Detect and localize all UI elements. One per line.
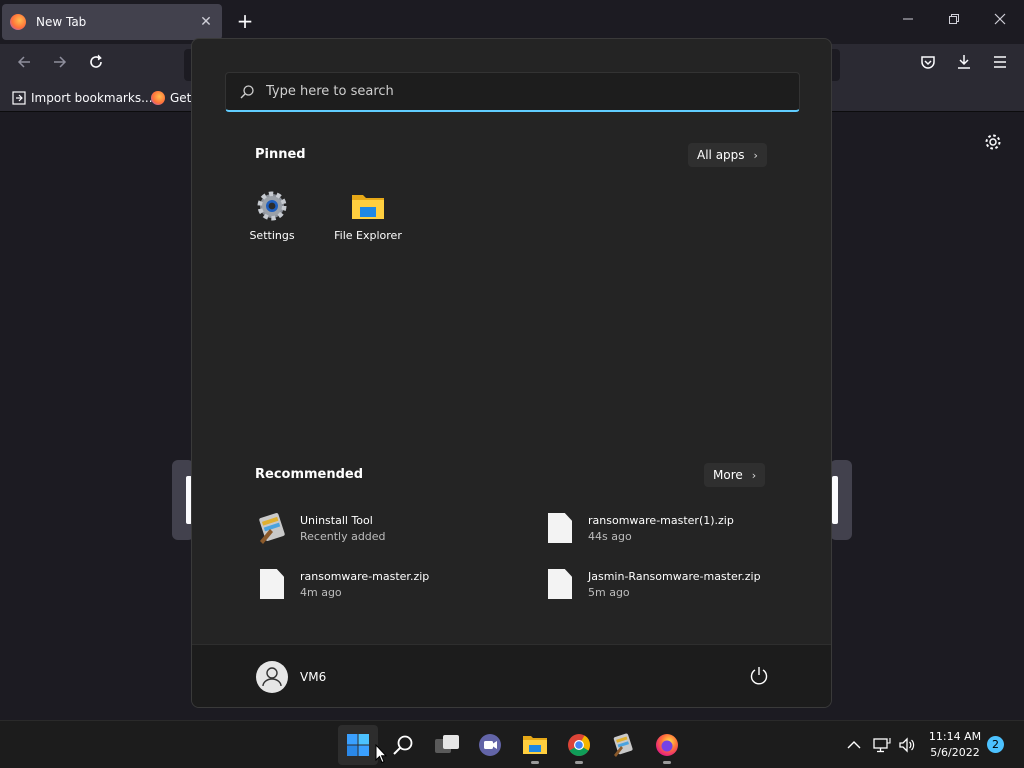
pinned-file-explorer[interactable]: File Explorer	[326, 189, 410, 242]
recommended-name: Jasmin-Ransomware-master.zip	[588, 569, 761, 583]
running-indicator	[663, 761, 671, 764]
file-explorer-taskbar-button[interactable]	[515, 725, 555, 765]
start-menu-footer: VM6	[192, 644, 831, 707]
folder-icon	[351, 189, 385, 223]
restore-icon[interactable]	[944, 12, 964, 32]
volume-icon[interactable]	[897, 735, 917, 755]
forward-icon[interactable]	[49, 54, 71, 76]
search-input[interactable]	[266, 84, 766, 99]
firefox-icon	[10, 14, 26, 30]
import-bookmarks-link[interactable]: Import bookmarks...	[12, 91, 153, 105]
avatar[interactable]	[256, 661, 288, 693]
all-apps-button[interactable]: All apps ›	[688, 143, 767, 167]
downloads-icon[interactable]	[953, 54, 975, 76]
mouse-pointer-icon	[375, 743, 388, 768]
new-tab-button[interactable]: +	[234, 10, 256, 32]
pocket-icon[interactable]	[917, 54, 939, 76]
pinned-title: Pinned	[255, 147, 306, 162]
file-icon	[544, 567, 576, 601]
newtab-settings-icon[interactable]	[982, 133, 1004, 155]
clock[interactable]: 11:14 AM 5/6/2022	[924, 729, 986, 761]
folder-icon	[523, 736, 547, 754]
network-icon[interactable]	[872, 735, 892, 755]
reload-icon[interactable]	[85, 54, 107, 76]
close-tab-icon[interactable]: ✕	[198, 14, 214, 30]
recommended-name: Uninstall Tool	[300, 513, 373, 527]
start-search-box[interactable]	[225, 72, 800, 112]
chat-button[interactable]	[470, 725, 510, 765]
back-icon[interactable]	[13, 54, 35, 76]
file-icon	[256, 567, 288, 601]
firefox-taskbar-button[interactable]	[647, 725, 687, 765]
pinned-label: Settings	[249, 229, 295, 242]
user-name[interactable]: VM6	[300, 670, 326, 684]
recommended-time: 4m ago	[300, 585, 342, 599]
clock-time: 11:14 AM	[928, 730, 982, 743]
settings-gear-icon	[255, 189, 289, 223]
running-indicator	[575, 761, 583, 764]
recommended-time: 5m ago	[588, 585, 630, 599]
search-icon	[240, 84, 254, 98]
all-apps-label: All apps	[697, 148, 745, 162]
firefox-icon	[151, 91, 165, 105]
search-icon	[393, 735, 413, 755]
recommended-item[interactable]: ransomware-master(1).zip 44s ago	[544, 511, 734, 545]
clock-date: 5/6/2022	[930, 746, 980, 759]
task-view-button[interactable]	[427, 725, 467, 765]
recommended-item[interactable]: Jasmin-Ransomware-master.zip 5m ago	[544, 567, 761, 601]
user-icon	[262, 667, 282, 687]
recommended-time: 44s ago	[588, 529, 632, 543]
start-button[interactable]	[338, 725, 378, 765]
import-icon	[12, 91, 26, 105]
recommended-name: ransomware-master(1).zip	[588, 513, 734, 527]
windows-logo-icon	[347, 734, 369, 756]
chevron-right-icon: ›	[751, 468, 757, 482]
minimize-icon[interactable]	[898, 12, 918, 32]
more-label: More	[713, 468, 743, 482]
bookmark-label: Import bookmarks...	[31, 91, 153, 105]
start-menu: Pinned All apps › Settings File Explorer…	[191, 38, 832, 708]
close-window-icon[interactable]	[990, 12, 1010, 32]
show-hidden-icons-chevron-up-icon[interactable]	[844, 735, 864, 755]
recommended-item[interactable]: ransomware-master.zip 4m ago	[256, 567, 429, 601]
recommended-item[interactable]: Uninstall Tool Recently added	[256, 511, 386, 545]
pinned-settings[interactable]: Settings	[230, 189, 314, 242]
recommended-name: ransomware-master.zip	[300, 569, 430, 583]
uninstall-tool-icon	[613, 733, 633, 757]
uninstall-tool-taskbar-button[interactable]	[603, 725, 643, 765]
notification-badge[interactable]: 2	[987, 736, 1004, 753]
getting-started-link[interactable]: Gett	[151, 91, 196, 105]
power-icon[interactable]	[748, 665, 770, 687]
more-button[interactable]: More ›	[704, 463, 766, 487]
browser-tab[interactable]: New Tab ✕	[2, 4, 222, 40]
tab-title: New Tab	[36, 15, 87, 29]
chrome-button[interactable]	[559, 725, 599, 765]
file-icon	[544, 511, 576, 545]
recommended-time: Recently added	[300, 529, 386, 543]
recommended-title: Recommended	[255, 467, 364, 482]
task-view-icon	[435, 735, 459, 753]
menu-icon[interactable]	[989, 54, 1011, 76]
firefox-icon	[656, 734, 678, 756]
chevron-right-icon: ›	[753, 148, 758, 162]
running-indicator	[531, 761, 539, 764]
chrome-icon	[568, 734, 590, 756]
shortcut-tile[interactable]	[830, 460, 852, 540]
taskbar: 11:14 AM 5/6/2022	[0, 720, 1024, 768]
pinned-label: File Explorer	[334, 229, 402, 242]
uninstall-tool-icon	[256, 511, 288, 545]
taskbar-search-button[interactable]	[383, 725, 423, 765]
teams-chat-icon	[479, 734, 501, 756]
